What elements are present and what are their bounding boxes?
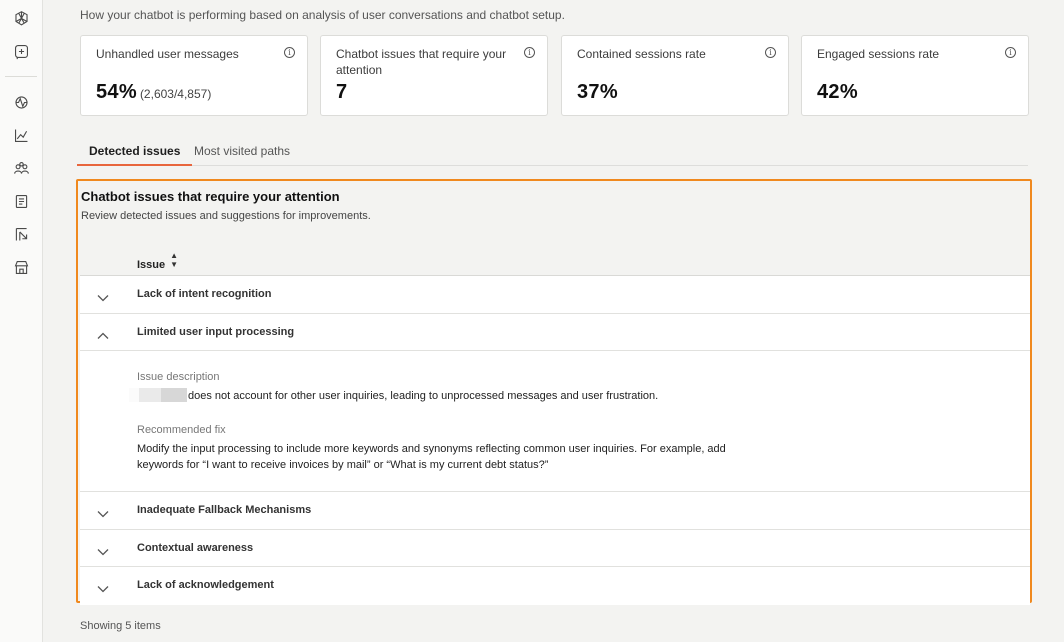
recommended-fix-line-1: Modify the input processing to include m… xyxy=(137,443,726,455)
kpi-value-detail: (2,603/4,857) xyxy=(139,87,212,101)
page-subtitle: How your chatbot is performing based on … xyxy=(80,8,565,22)
kpi-title: Engaged sessions rate xyxy=(817,47,940,61)
kpi-card-unhandled-messages: Unhandled user messages i 54% (2,603/4,85… xyxy=(80,35,308,116)
kpi-card-contained-sessions: Contained sessions rate i 37% xyxy=(561,35,789,116)
redacted-block xyxy=(129,388,187,402)
issue-description-text: does not account for other user inquirie… xyxy=(129,388,787,404)
kpi-value: 37% xyxy=(577,81,618,103)
kpi-title: Chatbot issues that require your attenti… xyxy=(336,47,507,77)
main-content: How your chatbot is performing based on … xyxy=(43,0,1064,642)
chevron-up-icon[interactable] xyxy=(97,327,109,339)
tab-bar: Detected issues Most visited paths xyxy=(77,140,1028,166)
table-row[interactable]: Lack of intent recognition xyxy=(80,276,1030,314)
issue-description-label: Issue description xyxy=(137,371,220,383)
recommended-fix-label: Recommended fix xyxy=(137,424,226,436)
kpi-title: Contained sessions rate xyxy=(577,47,706,61)
kpi-title: Unhandled user messages xyxy=(96,47,239,61)
issue-label: Lack of intent recognition xyxy=(137,288,272,300)
issue-column-label: Issue xyxy=(137,259,166,271)
tab-detected-issues[interactable]: Detected issues xyxy=(77,144,193,166)
routing-icon[interactable] xyxy=(11,224,31,244)
table-header: Issue ▲ ▼ xyxy=(80,238,1030,276)
issues-panel: Chatbot issues that require your attenti… xyxy=(76,179,1032,605)
chevron-down-icon[interactable] xyxy=(97,580,109,593)
kpi-card-engaged-sessions: Engaged sessions rate i 42% xyxy=(801,35,1029,116)
store-icon[interactable] xyxy=(11,257,31,277)
table-row[interactable]: Contextual awareness xyxy=(80,529,1030,567)
notebook-icon[interactable] xyxy=(11,191,31,211)
openai-logo-icon[interactable] xyxy=(11,8,31,28)
table-row[interactable]: Lack of acknowledgement xyxy=(80,567,1030,605)
info-icon[interactable]: i xyxy=(524,47,535,58)
tab-most-visited-paths[interactable]: Most visited paths xyxy=(194,144,290,166)
recommended-fix-line-2: keywords for “I want to receive invoices… xyxy=(137,459,549,471)
issues-table: Issue ▲ ▼ Lack of intent recognition Limit… xyxy=(80,238,1030,605)
chevron-down-icon[interactable] xyxy=(97,505,109,518)
table-row[interactable]: Inadequate Fallback Mechanisms xyxy=(80,492,1030,530)
kpi-value-number: 54% xyxy=(96,81,137,103)
activity-icon[interactable] xyxy=(11,92,31,112)
sidebar xyxy=(0,0,43,642)
analytics-icon[interactable] xyxy=(11,125,31,145)
sidebar-divider xyxy=(5,76,37,77)
issue-label: Limited user input processing xyxy=(137,325,295,338)
pagination-summary: Showing 5 items xyxy=(80,620,161,632)
kpi-value: 42% xyxy=(817,81,858,103)
issue-description-body: does not account for other user inquirie… xyxy=(188,390,659,402)
users-icon[interactable] xyxy=(11,158,31,178)
kpi-value: 7 xyxy=(336,81,348,103)
info-icon[interactable]: i xyxy=(765,47,776,58)
issue-label: Inadequate Fallback Mechanisms xyxy=(137,504,312,516)
kpi-value: 54% (2,603/4,857) xyxy=(96,81,211,104)
issue-label: Contextual awareness xyxy=(137,541,254,554)
panel-description: Review detected issues and suggestions f… xyxy=(81,210,371,222)
info-icon[interactable]: i xyxy=(1005,47,1016,58)
info-icon[interactable]: i xyxy=(284,47,295,58)
issue-label: Lack of acknowledgement xyxy=(137,579,274,591)
panel-title: Chatbot issues that require your attenti… xyxy=(81,189,340,204)
chatbot-icon[interactable] xyxy=(11,41,31,61)
issue-column-header[interactable]: Issue ▲ ▼ xyxy=(137,251,178,271)
kpi-card-chatbot-issues: Chatbot issues that require your attenti… xyxy=(320,35,548,116)
chevron-down-icon[interactable] xyxy=(97,543,109,555)
table-row[interactable]: Limited user input processing xyxy=(80,313,1030,351)
issue-detail: Issue description does not account for o… xyxy=(80,351,1030,492)
chevron-down-icon[interactable] xyxy=(97,289,109,302)
sort-icon[interactable]: ▲ ▼ xyxy=(170,251,178,269)
